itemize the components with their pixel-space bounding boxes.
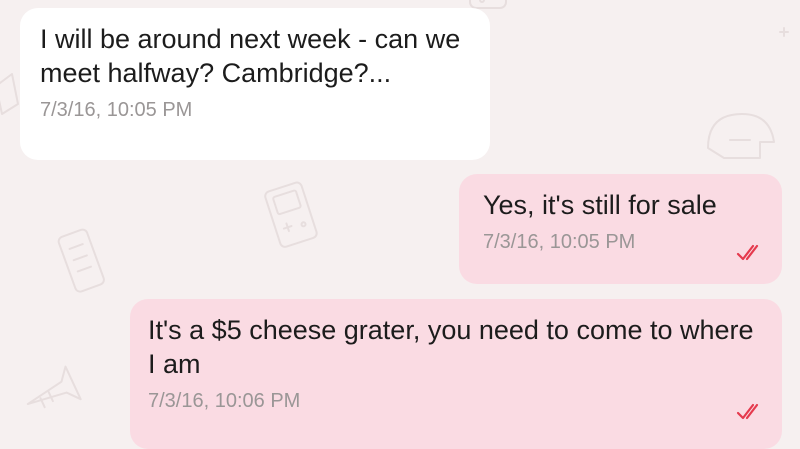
outgoing-message-bubble[interactable]: Yes, it's still for sale 7/3/16, 10:05 P… xyxy=(459,174,782,284)
handheld-console-icon xyxy=(264,181,318,248)
outgoing-message-bubble[interactable]: It's a $5 cheese grater, you need to com… xyxy=(130,299,782,449)
incoming-message-bubble[interactable]: I will be around next week - can we meet… xyxy=(20,8,490,160)
chat-thread: I will be around next week - can we meet… xyxy=(0,0,800,449)
message-timestamp: 7/3/16, 10:06 PM xyxy=(148,390,301,412)
message-text: Yes, it's still for sale xyxy=(483,190,717,220)
message-timestamp: 7/3/16, 10:05 PM xyxy=(40,99,193,121)
message-timestamp: 7/3/16, 10:05 PM xyxy=(483,231,636,253)
ruler-icon xyxy=(0,73,19,115)
helmet-icon xyxy=(707,113,775,159)
message-text: It's a $5 cheese grater, you need to com… xyxy=(148,315,762,379)
trumpet-icon xyxy=(26,365,82,409)
message-text: I will be around next week - can we meet… xyxy=(40,24,468,88)
gamepad-icon xyxy=(469,0,507,9)
double-check-read-icon xyxy=(736,403,759,420)
sparkle-icon xyxy=(585,27,789,199)
double-check-read-icon xyxy=(736,244,759,261)
remote-icon xyxy=(57,228,105,293)
